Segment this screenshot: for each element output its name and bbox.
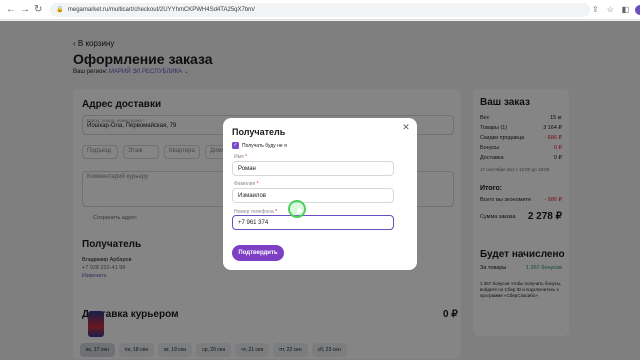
extensions-icon[interactable]: ◧ <box>620 5 630 15</box>
phone-field[interactable]: +7 961 374 <box>232 215 394 230</box>
last-name-field[interactable]: Измаилов <box>232 188 394 203</box>
forward-icon[interactable]: → <box>20 4 30 16</box>
close-icon[interactable]: ✕ <box>401 122 411 132</box>
checkbox-label: Получать буду не я <box>242 142 287 149</box>
bookmark-star-icon[interactable]: ☆ <box>605 5 615 15</box>
first-name-field[interactable]: Роман <box>232 161 394 176</box>
back-icon[interactable]: ← <box>6 4 16 16</box>
first-name-label: Имя * <box>234 154 248 160</box>
last-name-label: Фамилия * <box>234 181 259 187</box>
browser-toolbar: ← → ↻ 🔒 megamarket.ru/multicart/checkout… <box>0 0 640 20</box>
share-icon[interactable]: ⇪ <box>590 5 600 15</box>
not-me-checkbox-row[interactable]: ✓ Получать буду не я <box>232 142 287 149</box>
address-bar[interactable]: 🔒 megamarket.ru/multicart/checkout/2UYYh… <box>50 2 591 17</box>
confirm-button[interactable]: Подтвердить <box>232 245 284 261</box>
modal-title: Получатель <box>232 127 286 137</box>
profile-avatar[interactable] <box>635 4 640 15</box>
checkmark-icon[interactable]: ✓ <box>232 142 239 149</box>
lock-icon: 🔒 <box>56 7 64 13</box>
url-text: megamarket.ru/multicart/checkout/2UYYhmC… <box>67 6 255 13</box>
reload-icon[interactable]: ↻ <box>34 4 42 16</box>
recipient-modal: Получатель ✕ ✓ Получать буду не я Имя * … <box>223 118 417 270</box>
